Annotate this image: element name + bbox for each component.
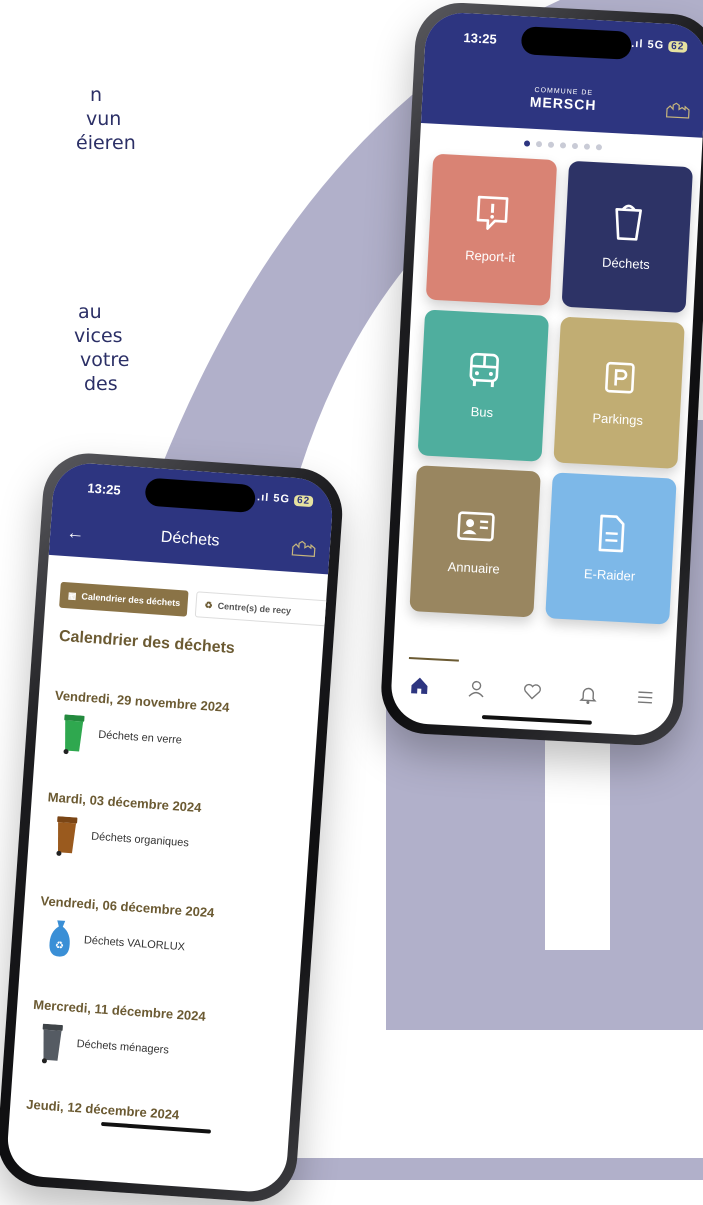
marketing-line: éieren — [54, 131, 136, 155]
collection-date: Mardi, 03 décembre 2024 — [47, 789, 202, 815]
nav-active-indicator — [409, 657, 459, 662]
svg-text:♻: ♻ — [55, 940, 65, 952]
tile-annuaire[interactable]: Annuaire — [409, 465, 540, 617]
page-dot[interactable] — [560, 142, 566, 148]
collection-date: Jeudi, 12 décembre 2024 — [26, 1097, 180, 1123]
home-icon[interactable] — [409, 675, 430, 701]
tile-label: Report-it — [428, 246, 553, 267]
document-icon — [594, 513, 630, 555]
page-dot[interactable] — [584, 144, 590, 150]
network-label: 5G — [273, 492, 290, 505]
waste-calendar-screen: 13:25 .ıl 5G 62 ← Déchets ▦ Calendrier d… — [5, 461, 334, 1194]
status-bar: 13:25 .ıl 5G 62 — [424, 11, 703, 72]
dynamic-island — [521, 26, 632, 60]
tile-e-raider[interactable]: E-Raider — [545, 472, 676, 624]
page-title: Déchets — [50, 521, 331, 558]
page-indicator[interactable] — [524, 140, 602, 150]
marketing-line: n — [54, 83, 136, 107]
tab-label: Centre(s) de recy — [217, 601, 291, 616]
waste-type-label: Déchets organiques — [91, 831, 189, 850]
marketing-line: au — [74, 300, 129, 324]
marketing-text-block-1: n vun éieren — [54, 83, 136, 155]
app-header: 13:25 .ıl 5G 62 ← Déchets — [49, 461, 335, 574]
signal-indicator: .ıl 5G 62 — [257, 491, 314, 507]
tile-label: Bus — [420, 401, 545, 422]
battery-icon: 62 — [294, 495, 314, 507]
signal-bars-icon: .ıl — [257, 491, 274, 504]
page-dot[interactable] — [572, 143, 578, 149]
household-bin-icon — [39, 1024, 64, 1065]
collection-date: Vendredi, 06 décembre 2024 — [40, 893, 215, 920]
dynamic-island — [144, 477, 256, 513]
tab-centres-recyclage[interactable]: ♻ Centre(s) de recy — [195, 591, 335, 627]
home-indicator[interactable] — [101, 1122, 211, 1134]
castle-logo-icon — [666, 102, 691, 119]
parking-icon — [602, 357, 638, 399]
page-dot[interactable] — [596, 144, 602, 150]
calendar-icon: ▦ — [68, 590, 77, 602]
profile-icon[interactable] — [465, 678, 486, 704]
section-title: Calendrier des déchets — [58, 628, 235, 658]
tab-calendrier[interactable]: ▦ Calendrier des déchets — [59, 582, 189, 617]
organic-bin-icon — [54, 816, 79, 857]
page-dot[interactable] — [536, 141, 542, 147]
battery-icon: 62 — [668, 41, 688, 53]
menu-icon[interactable] — [634, 686, 655, 712]
bus-icon — [466, 350, 502, 392]
marketing-line: votre — [74, 348, 129, 372]
tile-label: Déchets — [564, 253, 689, 274]
waste-type-label: Déchets en verre — [98, 729, 182, 747]
tile-dechets[interactable]: Déchets — [562, 161, 693, 313]
signal-bars-icon: .ıl — [631, 38, 648, 51]
contact-card-icon — [455, 505, 497, 547]
marketing-text-block-2: au vices votre des — [74, 300, 129, 396]
signal-indicator: .ıl 5G 62 — [631, 38, 688, 53]
castle-logo-icon — [291, 540, 316, 558]
tab-label: Calendrier des déchets — [81, 591, 181, 608]
notifications-icon[interactable] — [578, 684, 599, 710]
phone-home-screen: 13:25 .ıl 5G 62 COMMUNE DE MERSCH — [379, 1, 703, 748]
status-time: 13:25 — [87, 480, 121, 497]
marketing-line: vun — [54, 107, 136, 131]
marketing-line: des — [74, 372, 129, 396]
favorites-icon[interactable] — [522, 681, 543, 707]
page-dot[interactable] — [548, 142, 554, 148]
status-time: 13:25 — [463, 30, 497, 47]
waste-type-label: Déchets VALORLUX — [84, 934, 186, 953]
marketing-line: vices — [74, 324, 129, 348]
home-indicator[interactable] — [482, 715, 592, 725]
tile-parkings[interactable]: Parkings — [553, 317, 684, 469]
collection-date: Vendredi, 29 novembre 2024 — [54, 688, 229, 715]
status-bar: 13:25 .ıl 5G 62 — [52, 461, 335, 526]
tile-bus[interactable]: Bus — [418, 309, 549, 461]
valorlux-bag-icon: ♻ — [47, 918, 74, 960]
report-alert-icon — [474, 194, 510, 236]
waste-type-label: Déchets ménagers — [76, 1038, 169, 1056]
home-screen: 13:25 .ıl 5G 62 COMMUNE DE MERSCH — [390, 11, 703, 737]
tile-report-it[interactable]: Report-it — [426, 154, 557, 306]
phone-waste-calendar: 13:25 .ıl 5G 62 ← Déchets ▦ Calendrier d… — [0, 450, 345, 1204]
glass-bin-icon — [61, 714, 86, 755]
recycle-icon: ♻ — [204, 599, 213, 611]
tile-label: Parkings — [555, 408, 680, 429]
page-dot[interactable] — [524, 140, 530, 146]
tile-label: E-Raider — [547, 564, 672, 585]
bottom-navigation — [390, 666, 674, 721]
trash-bin-icon — [610, 201, 646, 243]
app-header: 13:25 .ıl 5G 62 COMMUNE DE MERSCH — [421, 11, 703, 138]
network-label: 5G — [647, 39, 664, 52]
collection-date: Mercredi, 11 décembre 2024 — [33, 997, 206, 1024]
commune-logo: COMMUNE DE MERSCH — [422, 81, 703, 119]
tile-label: Annuaire — [411, 557, 536, 578]
